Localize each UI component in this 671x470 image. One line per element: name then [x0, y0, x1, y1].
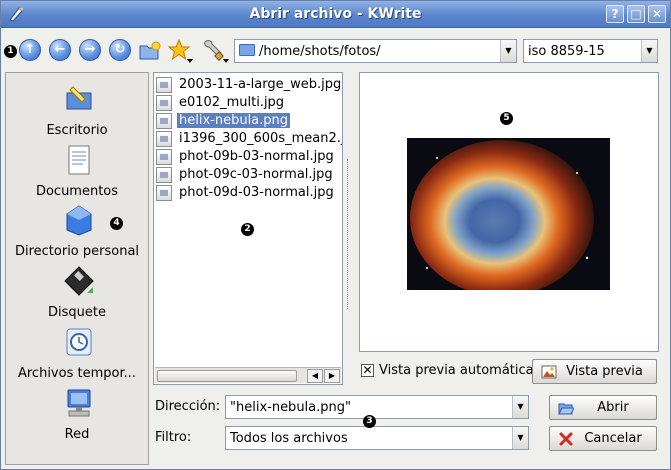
sidebar-item-temp[interactable]: Archivos tempor... — [6, 326, 148, 386]
callout-marker-3: 3 — [363, 415, 376, 428]
file-list[interactable]: 2003-11-a-large_web.jpg e0102_multi.jpg … — [153, 72, 343, 385]
folder-icon — [239, 44, 255, 56]
location-value: "helix-nebula.png" — [230, 400, 351, 415]
close-button[interactable]: ✕ — [648, 5, 666, 23]
chevron-down-icon[interactable]: ▼ — [641, 40, 657, 62]
places-sidebar: 4 Escritorio Documentos Directorio perso… — [5, 72, 149, 465]
documents-icon — [68, 145, 90, 175]
network-icon — [67, 389, 91, 417]
image-file-icon — [156, 149, 172, 165]
cancel-button[interactable]: Cancelar — [549, 426, 657, 451]
auto-preview-checkbox[interactable]: ✕ — [361, 364, 374, 377]
open-button-label: Abrir — [597, 400, 629, 415]
preview-pane: 5 — [359, 72, 659, 352]
up-folder-button[interactable]: ↑ — [19, 39, 41, 61]
new-folder-icon[interactable] — [138, 40, 162, 62]
sidebar-item-network[interactable]: Red — [6, 387, 148, 447]
temp-files-icon — [66, 328, 92, 356]
sidebar-item-floppy[interactable]: Disquete — [6, 265, 148, 325]
sidebar-item-label: Disquete — [48, 305, 106, 320]
scroll-right-icon[interactable]: ▶ — [324, 369, 340, 383]
chevron-down-icon[interactable]: ▼ — [500, 40, 516, 62]
home-icon — [66, 205, 92, 236]
preview-button[interactable]: Vista previa — [532, 359, 657, 384]
title-bar[interactable]: Abrir archivo - KWrite ? □ ✕ — [1, 1, 670, 28]
window-title: Abrir archivo - KWrite — [249, 6, 422, 22]
forward-button[interactable]: → — [79, 39, 101, 61]
image-file-icon — [156, 77, 172, 93]
callout-marker-1: 1 — [4, 45, 17, 58]
sidebar-item-desktop[interactable]: Escritorio — [6, 83, 148, 143]
filter-label: Filtro: — [155, 430, 192, 445]
callout-marker-2: 2 — [241, 223, 254, 236]
desktop-icon — [66, 86, 92, 110]
toolbar: 1 ↑ ← → ↻ /home/shots/fotos/ ▼ iso 8859-… — [1, 29, 670, 67]
settings-wrench-icon[interactable] — [201, 38, 229, 64]
nebula-preview-image — [407, 138, 610, 290]
location-combo[interactable]: "helix-nebula.png" ▼ — [225, 395, 529, 419]
back-button[interactable]: ← — [49, 39, 71, 61]
encoding-combo[interactable]: iso 8859-15 ▼ — [523, 39, 658, 63]
reload-button[interactable]: ↻ — [109, 39, 131, 61]
image-file-icon — [156, 113, 172, 129]
image-file-icon — [156, 167, 172, 183]
file-open-dialog: Abrir archivo - KWrite ? □ ✕ 1 ↑ ← → ↻ /… — [0, 0, 671, 470]
sidebar-item-documents[interactable]: Documentos — [6, 144, 148, 204]
sidebar-item-home[interactable]: Directorio personal — [6, 204, 148, 264]
sidebar-item-label: Documentos — [35, 184, 119, 199]
cancel-button-label: Cancelar — [584, 431, 642, 446]
sidebar-item-label: Red — [64, 427, 90, 442]
preview-button-label: Vista previa — [566, 364, 643, 379]
floppy-icon — [64, 266, 94, 296]
scroll-left-icon[interactable]: ◀ — [307, 369, 323, 383]
image-file-icon — [156, 131, 172, 147]
path-value: /home/shots/fotos/ — [259, 44, 381, 59]
chevron-down-icon[interactable]: ▼ — [512, 396, 528, 418]
maximize-button[interactable]: □ — [627, 5, 645, 23]
open-button[interactable]: Abrir — [549, 395, 657, 420]
sidebar-item-label: Directorio personal — [14, 244, 140, 259]
filter-value: Todos los archivos — [230, 431, 348, 446]
callout-marker-4: 4 — [110, 217, 123, 230]
location-label: Dirección: — [155, 399, 221, 414]
callout-marker-5: 5 — [500, 112, 513, 125]
filter-combo[interactable]: Todos los archivos ▼ — [225, 426, 529, 450]
sidebar-item-label: Archivos tempor... — [17, 366, 136, 381]
auto-preview-label: Vista previa automática — [379, 363, 534, 378]
path-combo[interactable]: /home/shots/fotos/ ▼ — [234, 39, 517, 63]
image-file-icon — [156, 95, 172, 111]
scrollbar-thumb[interactable] — [157, 370, 297, 382]
sidebar-item-label: Escritorio — [46, 123, 108, 138]
encoding-value: iso 8859-15 — [528, 44, 605, 59]
help-button[interactable]: ? — [606, 5, 624, 23]
chevron-down-icon[interactable]: ▼ — [512, 427, 528, 449]
image-file-icon — [156, 185, 172, 201]
pane-splitter[interactable] — [345, 73, 351, 385]
bookmarks-star-icon[interactable] — [167, 38, 193, 64]
horizontal-scrollbar[interactable]: ◀ ▶ — [155, 367, 341, 383]
